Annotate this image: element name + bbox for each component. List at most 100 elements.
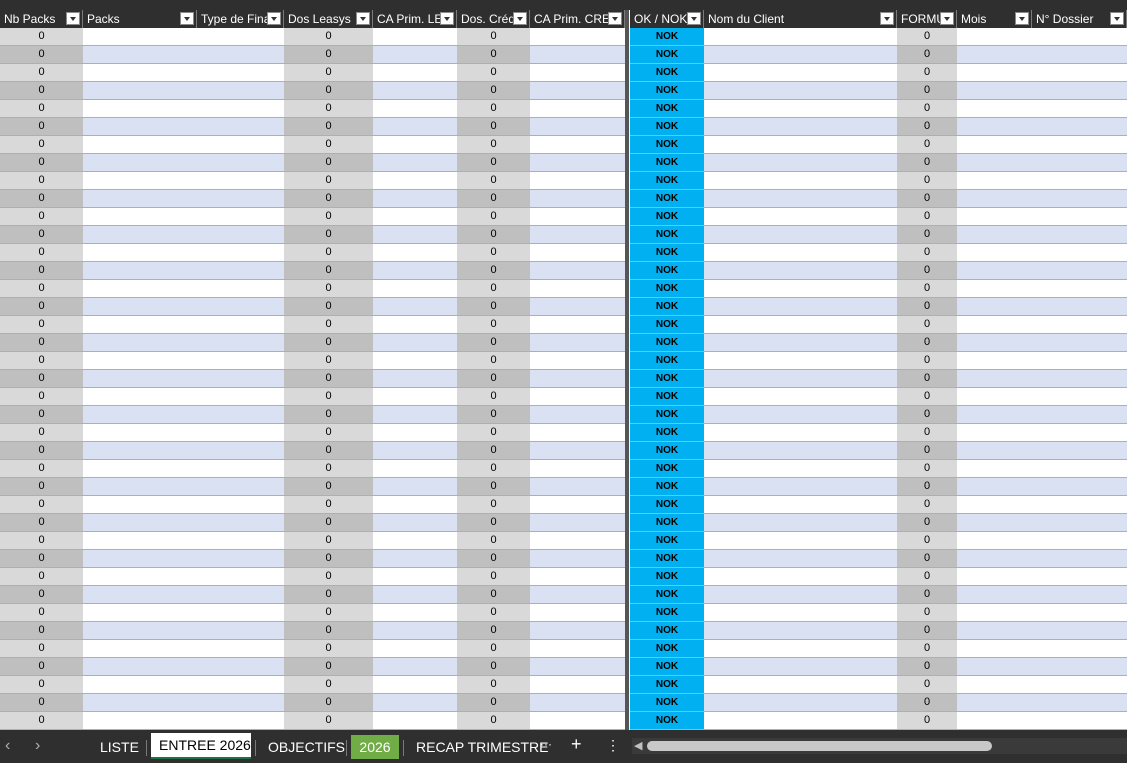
cell-ok-nok[interactable]: NOK xyxy=(630,262,704,280)
cell-ok-nok[interactable]: NOK xyxy=(630,352,704,370)
cell-empty[interactable] xyxy=(704,334,897,352)
sheet-tab-recap-trimestre[interactable]: RECAP TRIMESTRE xyxy=(408,735,549,759)
cell-empty[interactable] xyxy=(957,118,1032,136)
filter-dropdown-icon[interactable] xyxy=(1110,12,1124,25)
cell-dos-leasys[interactable]: 0 xyxy=(284,136,373,154)
cell-dos-credit[interactable]: 0 xyxy=(457,604,530,622)
cell-empty[interactable] xyxy=(1032,694,1127,712)
cell-nb-packs[interactable]: 0 xyxy=(0,28,83,46)
cell-empty[interactable] xyxy=(373,442,457,460)
prev-sheet-icon[interactable]: ‹ xyxy=(5,737,10,755)
cell-empty[interactable] xyxy=(704,190,897,208)
cell-empty[interactable] xyxy=(197,154,284,172)
cell-empty[interactable] xyxy=(957,514,1032,532)
cell-empty[interactable] xyxy=(1032,424,1127,442)
filter-dropdown-icon[interactable] xyxy=(180,12,194,25)
cell-nb-packs[interactable]: 0 xyxy=(0,496,83,514)
cell-dos-leasys[interactable]: 0 xyxy=(284,622,373,640)
cell-empty[interactable] xyxy=(83,604,197,622)
cell-empty[interactable] xyxy=(197,658,284,676)
cell-dos-leasys[interactable]: 0 xyxy=(284,496,373,514)
cell-nb-packs[interactable]: 0 xyxy=(0,334,83,352)
cell-empty[interactable] xyxy=(83,28,197,46)
cell-dos-leasys[interactable]: 0 xyxy=(284,82,373,100)
cell-nb-packs[interactable]: 0 xyxy=(0,172,83,190)
col-ca-prim-credit[interactable]: CA Prim. CRE xyxy=(530,10,625,28)
cell-empty[interactable] xyxy=(704,118,897,136)
cell-empty[interactable] xyxy=(530,532,625,550)
cell-empty[interactable] xyxy=(83,676,197,694)
cell-empty[interactable] xyxy=(1032,226,1127,244)
cell-empty[interactable] xyxy=(197,352,284,370)
cell-formule[interactable]: 0 xyxy=(897,478,957,496)
cell-dos-credit[interactable]: 0 xyxy=(457,640,530,658)
cell-dos-credit[interactable]: 0 xyxy=(457,442,530,460)
cell-empty[interactable] xyxy=(197,136,284,154)
cell-empty[interactable] xyxy=(957,460,1032,478)
cell-empty[interactable] xyxy=(83,244,197,262)
cell-dos-credit[interactable]: 0 xyxy=(457,550,530,568)
cell-dos-leasys[interactable]: 0 xyxy=(284,658,373,676)
cell-ok-nok[interactable]: NOK xyxy=(630,568,704,586)
cell-empty[interactable] xyxy=(373,172,457,190)
cell-empty[interactable] xyxy=(197,172,284,190)
cell-ok-nok[interactable]: NOK xyxy=(630,658,704,676)
cell-empty[interactable] xyxy=(197,244,284,262)
cell-empty[interactable] xyxy=(530,316,625,334)
cell-empty[interactable] xyxy=(530,514,625,532)
cell-dos-leasys[interactable]: 0 xyxy=(284,244,373,262)
cell-empty[interactable] xyxy=(530,442,625,460)
cell-empty[interactable] xyxy=(704,406,897,424)
cell-empty[interactable] xyxy=(957,424,1032,442)
cell-formule[interactable]: 0 xyxy=(897,172,957,190)
cell-formule[interactable]: 0 xyxy=(897,406,957,424)
cell-formule[interactable]: 0 xyxy=(897,568,957,586)
cell-nb-packs[interactable]: 0 xyxy=(0,100,83,118)
cell-formule[interactable]: 0 xyxy=(897,604,957,622)
cell-ok-nok[interactable]: NOK xyxy=(630,622,704,640)
cell-empty[interactable] xyxy=(530,712,625,730)
cell-empty[interactable] xyxy=(373,64,457,82)
cell-formule[interactable]: 0 xyxy=(897,244,957,262)
sheet-tab-liste[interactable]: LISTE xyxy=(92,735,142,759)
cell-empty[interactable] xyxy=(373,244,457,262)
cell-empty[interactable] xyxy=(704,478,897,496)
cell-empty[interactable] xyxy=(1032,712,1127,730)
sheet-options-icon[interactable]: ⋮ xyxy=(606,736,620,754)
cell-empty[interactable] xyxy=(704,496,897,514)
cell-empty[interactable] xyxy=(1032,586,1127,604)
cell-dos-credit[interactable]: 0 xyxy=(457,424,530,442)
cell-empty[interactable] xyxy=(957,532,1032,550)
cell-empty[interactable] xyxy=(957,280,1032,298)
cell-empty[interactable] xyxy=(530,496,625,514)
cell-nb-packs[interactable]: 0 xyxy=(0,352,83,370)
cell-dos-leasys[interactable]: 0 xyxy=(284,118,373,136)
cell-empty[interactable] xyxy=(373,640,457,658)
cell-ok-nok[interactable]: NOK xyxy=(630,550,704,568)
sheet-tab-entree-2026[interactable]: ENTREE 2026 xyxy=(151,733,251,759)
cell-dos-credit[interactable]: 0 xyxy=(457,694,530,712)
cell-ok-nok[interactable]: NOK xyxy=(630,406,704,424)
cell-empty[interactable] xyxy=(373,262,457,280)
cell-empty[interactable] xyxy=(197,514,284,532)
cell-formule[interactable]: 0 xyxy=(897,658,957,676)
filter-dropdown-icon[interactable] xyxy=(66,12,80,25)
cell-formule[interactable]: 0 xyxy=(897,298,957,316)
horizontal-scrollbar[interactable]: ◀ xyxy=(632,738,1127,754)
cell-dos-leasys[interactable]: 0 xyxy=(284,190,373,208)
cell-dos-leasys[interactable]: 0 xyxy=(284,352,373,370)
cell-empty[interactable] xyxy=(1032,262,1127,280)
cell-empty[interactable] xyxy=(530,658,625,676)
cell-formule[interactable]: 0 xyxy=(897,46,957,64)
cell-empty[interactable] xyxy=(957,712,1032,730)
cell-empty[interactable] xyxy=(530,280,625,298)
cell-empty[interactable] xyxy=(1032,352,1127,370)
cell-empty[interactable] xyxy=(704,388,897,406)
cell-formule[interactable]: 0 xyxy=(897,622,957,640)
cell-empty[interactable] xyxy=(957,172,1032,190)
cell-empty[interactable] xyxy=(373,136,457,154)
cell-dos-credit[interactable]: 0 xyxy=(457,136,530,154)
cell-empty[interactable] xyxy=(197,478,284,496)
cell-empty[interactable] xyxy=(1032,514,1127,532)
cell-formule[interactable]: 0 xyxy=(897,676,957,694)
